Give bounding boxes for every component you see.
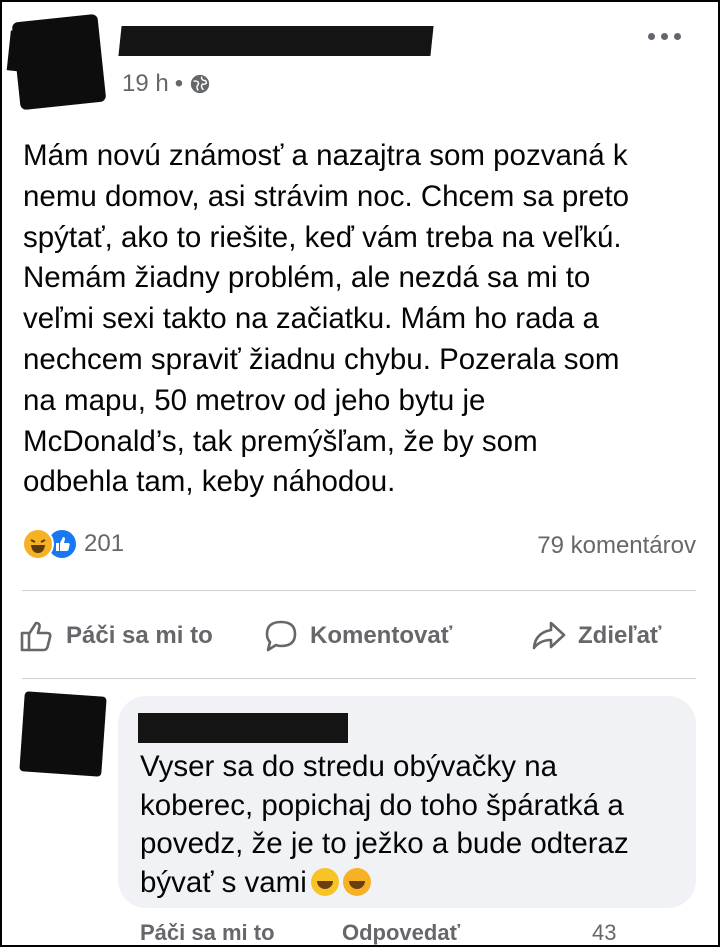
reaction-count: 201 — [84, 530, 125, 557]
post-meta: 19 h • — [122, 70, 211, 98]
action-bar: Páči sa mi to Komentovať Zdieľať — [0, 608, 720, 664]
divider-top — [22, 590, 696, 591]
share-button[interactable]: Zdieľať — [530, 608, 661, 664]
author-name-redacted[interactable] — [118, 26, 434, 56]
laugh-cry-emoji-icon — [342, 867, 371, 896]
comment-like-button[interactable]: Páči sa mi to — [140, 920, 275, 946]
post-time[interactable]: 19 h — [122, 70, 169, 98]
speech-bubble-icon — [265, 620, 297, 652]
like-button[interactable]: Páči sa mi to — [18, 608, 213, 664]
comment-count-link[interactable]: 79 komentárov — [537, 532, 696, 560]
post-body: Mám novú známosť a nazajtra som pozvaná … — [23, 139, 630, 499]
commenter-name-redacted[interactable] — [138, 713, 348, 743]
author-avatar[interactable] — [11, 13, 107, 111]
like-label: Páči sa mi to — [66, 622, 213, 649]
globe-icon — [190, 74, 210, 94]
meta-separator: • — [174, 70, 184, 97]
dot — [661, 33, 668, 40]
comment-label: Komentovať — [310, 622, 453, 649]
commenter-avatar[interactable] — [19, 691, 107, 777]
dot — [648, 33, 655, 40]
haha-reaction-icon — [22, 528, 54, 560]
reactions-summary[interactable]: 201 — [22, 528, 124, 560]
dot — [674, 33, 681, 40]
thumbs-up-icon — [20, 621, 52, 652]
comment-reaction-count: 43 — [592, 920, 617, 945]
comment-text: Vyser sa do stredu obývačky na koberec, … — [140, 750, 629, 899]
more-options-icon[interactable] — [648, 33, 684, 43]
divider-bottom — [22, 678, 696, 679]
comment-reply-button[interactable]: Odpovedať — [342, 920, 460, 946]
grin-emoji-icon — [310, 867, 339, 896]
comment-body: Vyser sa do stredu obývačky na koberec, … — [140, 748, 688, 902]
comment-button[interactable]: Komentovať — [262, 608, 452, 664]
share-label: Zdieľať — [578, 622, 662, 649]
share-arrow-icon — [532, 621, 566, 650]
